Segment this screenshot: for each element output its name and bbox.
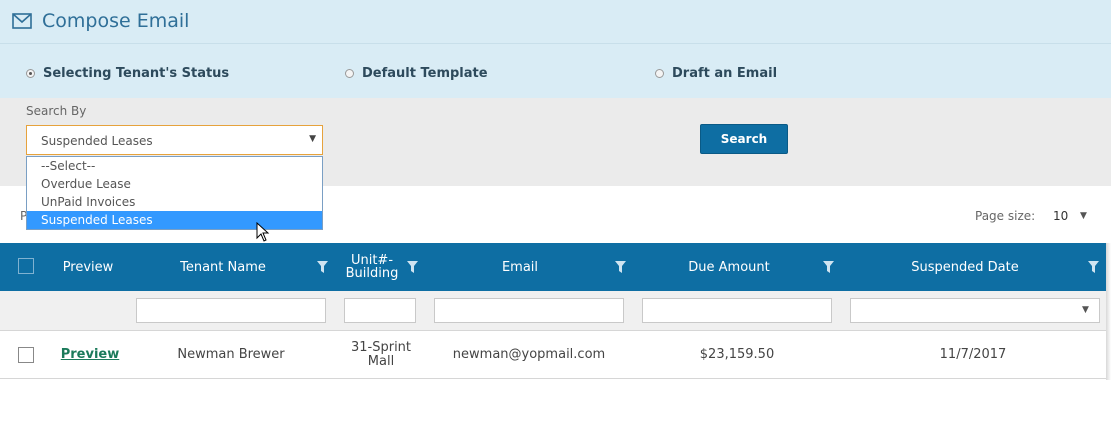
page-size-label: Page size: bbox=[975, 209, 1036, 223]
filter-icon[interactable] bbox=[1088, 261, 1099, 273]
filter-icon[interactable] bbox=[317, 261, 328, 273]
dropdown-option[interactable]: UnPaid Invoices bbox=[27, 193, 322, 211]
row-checkbox[interactable] bbox=[18, 347, 34, 363]
due-amount-filter-input[interactable] bbox=[642, 298, 832, 323]
page-title: Compose Email bbox=[42, 10, 190, 32]
cell-due-amount: $23,159.50 bbox=[699, 347, 775, 362]
mode-radio-group: Selecting Tenant's Status Default Templa… bbox=[0, 44, 1111, 98]
caret-down-icon[interactable]: ▼ bbox=[1080, 211, 1087, 221]
caret-down-icon[interactable]: ▼ bbox=[1082, 305, 1089, 315]
select-all-checkbox[interactable] bbox=[18, 258, 34, 274]
grid-edge-shadow bbox=[1106, 243, 1111, 380]
filter-icon[interactable] bbox=[615, 261, 626, 273]
preview-link[interactable]: Preview bbox=[61, 348, 120, 362]
radio-default-template[interactable]: Default Template bbox=[345, 66, 488, 81]
column-header-email[interactable]: Email bbox=[432, 243, 608, 291]
radio-label: Draft an Email bbox=[672, 66, 778, 81]
tenant-name-filter-input[interactable] bbox=[136, 298, 326, 323]
search-by-label: Search By bbox=[26, 104, 87, 118]
grid-header: Preview Tenant Name Unit#- Building Emai… bbox=[0, 243, 1106, 291]
unit-building-filter-input[interactable] bbox=[344, 298, 416, 323]
dropdown-option[interactable]: --Select-- bbox=[27, 157, 322, 175]
envelope-icon bbox=[12, 13, 32, 29]
cell-email: newman@yopmail.com bbox=[452, 347, 606, 362]
search-by-dropdown-list: --Select-- Overdue Lease UnPaid Invoices… bbox=[26, 156, 323, 230]
table-row: Preview Newman Brewer 31-Sprint Mall new… bbox=[0, 331, 1106, 379]
grid-filter-row: ▼ bbox=[0, 291, 1106, 331]
search-by-select[interactable]: Suspended Leases ▼ bbox=[26, 125, 323, 155]
radio-label: Default Template bbox=[362, 66, 488, 81]
column-header-suspended-date[interactable]: Suspended Date bbox=[848, 243, 1082, 291]
column-header-unit-building[interactable]: Unit#- Building bbox=[342, 243, 402, 291]
column-header-preview[interactable]: Preview bbox=[52, 243, 124, 291]
radio-tenant-status[interactable]: Selecting Tenant's Status bbox=[26, 66, 229, 81]
page-size-select[interactable]: 10 bbox=[1053, 209, 1068, 223]
caret-down-icon: ▼ bbox=[309, 134, 316, 144]
select-value: Suspended Leases bbox=[41, 134, 153, 148]
cell-unit-building: 31-Sprint Mall bbox=[350, 340, 412, 369]
column-header-tenant-name[interactable]: Tenant Name bbox=[134, 243, 312, 291]
search-button[interactable]: Search bbox=[700, 124, 788, 154]
mouse-pointer-icon bbox=[256, 222, 270, 242]
cell-tenant-name: Newman Brewer bbox=[177, 347, 285, 362]
email-filter-input[interactable] bbox=[434, 298, 624, 323]
filter-icon[interactable] bbox=[823, 261, 834, 273]
cell-suspended-date: 11/7/2017 bbox=[939, 347, 1007, 362]
column-header-due-amount[interactable]: Due Amount bbox=[640, 243, 818, 291]
radio-unchecked-icon[interactable] bbox=[655, 69, 664, 78]
radio-checked-icon[interactable] bbox=[26, 69, 35, 78]
radio-label: Selecting Tenant's Status bbox=[43, 66, 230, 81]
dropdown-option[interactable]: Overdue Lease bbox=[27, 175, 322, 193]
page-header: Compose Email bbox=[0, 0, 1111, 44]
radio-draft-email[interactable]: Draft an Email bbox=[655, 66, 777, 81]
suspended-date-filter-input[interactable] bbox=[850, 298, 1100, 323]
filter-icon[interactable] bbox=[407, 261, 418, 273]
radio-unchecked-icon[interactable] bbox=[345, 69, 354, 78]
dropdown-option-selected[interactable]: Suspended Leases bbox=[27, 211, 322, 229]
